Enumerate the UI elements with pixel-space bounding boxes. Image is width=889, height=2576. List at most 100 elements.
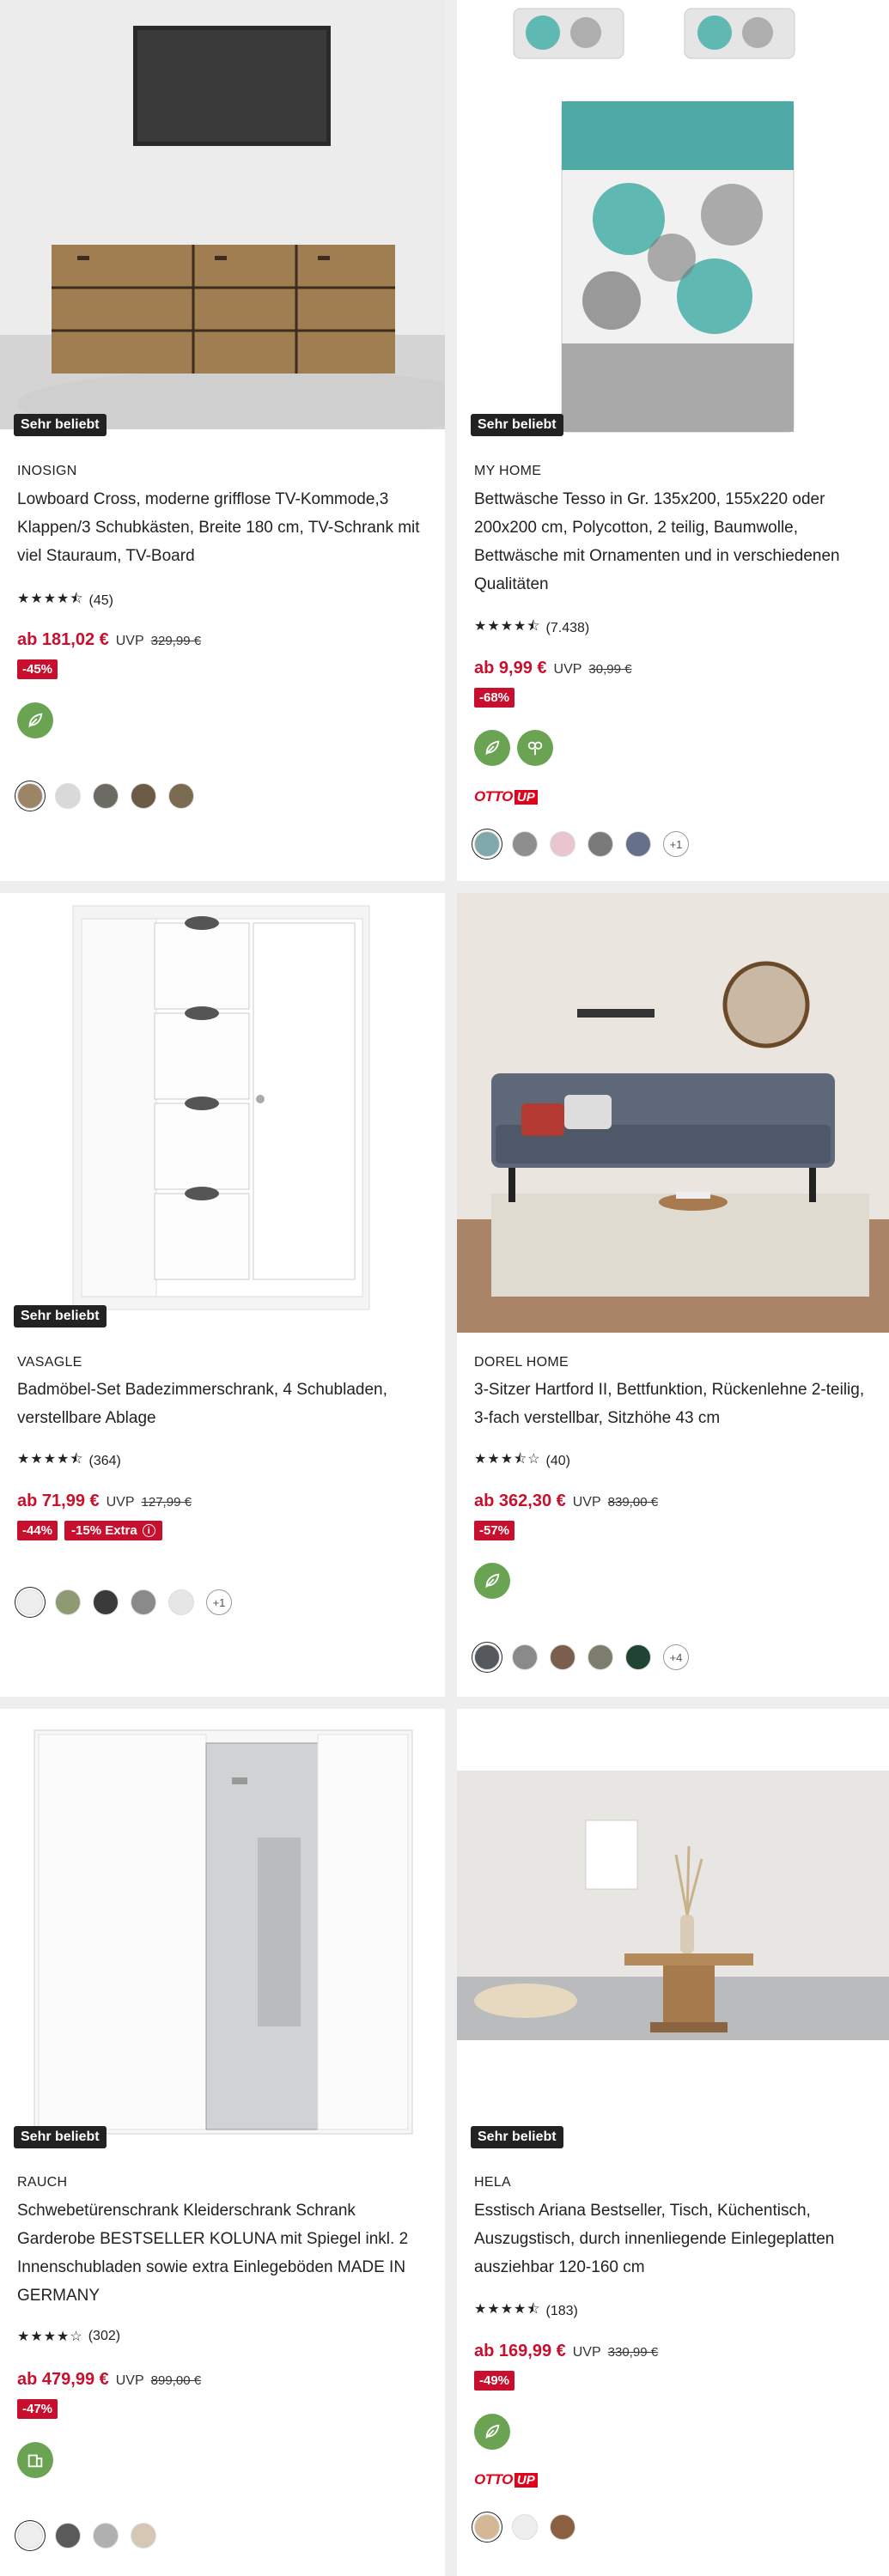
color-swatch[interactable] <box>474 2514 500 2540</box>
discount-row: -68% <box>474 688 515 708</box>
color-swatch[interactable] <box>131 2523 156 2549</box>
info-icon[interactable]: i <box>142 1524 155 1537</box>
brand-name: MY HOME <box>474 464 542 478</box>
color-swatch[interactable] <box>474 1644 500 1670</box>
brand-name: DOREL HOME <box>474 1355 569 1370</box>
product-card-hela[interactable]: Sehr beliebt HELA Esstisch Ariana Bestse… <box>457 1709 889 2576</box>
price-row: ab 169,99 € UVP 330,99 € <box>474 2342 658 2361</box>
color-swatches <box>474 2514 575 2540</box>
color-swatch[interactable] <box>17 1589 43 1615</box>
brand-name: INOSIGN <box>17 464 77 478</box>
color-swatch[interactable] <box>55 1589 81 1615</box>
product-title[interactable]: Bettwäsche Tesso in Gr. 135x200, 155x220… <box>474 485 869 598</box>
price-row: ab 181,02 € UVP 329,99 € <box>17 630 201 650</box>
product-card-dorel-home[interactable]: DOREL HOME 3-Sitzer Hartford II, Bettfun… <box>457 893 889 1697</box>
more-colors-button[interactable]: +1 <box>206 1589 232 1615</box>
brand-name: RAUCH <box>17 2175 68 2190</box>
color-swatch[interactable] <box>512 1644 538 1670</box>
product-image[interactable] <box>0 0 445 429</box>
color-swatch[interactable] <box>131 1589 156 1615</box>
color-swatch[interactable] <box>93 1589 119 1615</box>
more-colors-button[interactable]: +1 <box>663 831 689 857</box>
wood-icon[interactable] <box>17 2442 53 2478</box>
leaf-recycle-icon[interactable] <box>474 730 510 766</box>
sustainability-icons <box>474 1563 510 1599</box>
rating-stars: ★★★★☆ <box>17 2330 83 2344</box>
product-image[interactable] <box>457 0 889 438</box>
color-swatch[interactable] <box>93 783 119 809</box>
color-swatch[interactable] <box>168 1589 194 1615</box>
color-swatch[interactable] <box>17 2523 43 2549</box>
product-image[interactable] <box>457 1709 889 2147</box>
extra-discount-label: -15% Extra <box>71 1523 137 1538</box>
color-swatch[interactable] <box>17 783 43 809</box>
product-image[interactable] <box>457 893 889 1333</box>
color-swatch[interactable] <box>550 2514 575 2540</box>
product-title[interactable]: 3-Sitzer Hartford II, Bettfunktion, Rück… <box>474 1376 869 1432</box>
discount-row: -47% <box>17 2399 58 2419</box>
sustainability-icons <box>17 2442 53 2478</box>
color-swatch[interactable] <box>512 2514 538 2540</box>
discount-row: -44% -15% Extra i <box>17 1521 162 1540</box>
color-swatch[interactable] <box>93 2523 119 2549</box>
uvp-label: UVP <box>115 2373 144 2388</box>
product-title[interactable]: Badmöbel-Set Badezimmerschrank, 4 Schubl… <box>17 1376 421 1432</box>
old-price: 330,99 € <box>607 2345 659 2360</box>
otto-up-logo: OTTO UP <box>474 2471 538 2488</box>
rating-stars: ★★★⯪☆ <box>474 1452 541 1467</box>
product-image[interactable] <box>0 1709 445 2147</box>
more-colors-button[interactable]: +4 <box>663 1644 689 1670</box>
discount-row: -49% <box>474 2371 515 2391</box>
color-swatch[interactable] <box>625 1644 651 1670</box>
product-title[interactable]: Lowboard Cross, moderne grifflose TV-Kom… <box>17 485 421 570</box>
product-card-my-home[interactable]: Sehr beliebt MY HOME Bettwäsche Tesso in… <box>457 0 889 881</box>
color-swatch[interactable] <box>588 1644 613 1670</box>
discount-badge: -47% <box>17 2399 58 2419</box>
product-card-rauch[interactable]: Sehr beliebt RAUCH Schwebetürenschrank K… <box>0 1709 445 2576</box>
price-row: ab 362,30 € UVP 839,00 € <box>474 1492 658 1511</box>
color-swatch[interactable] <box>168 783 194 809</box>
color-swatch[interactable] <box>474 831 500 857</box>
leaf-recycle-icon[interactable] <box>474 2414 510 2450</box>
product-card-vasagle[interactable]: Sehr beliebt VASAGLE Badmöbel-Set Badezi… <box>0 893 445 1697</box>
color-swatches: +1 <box>474 831 689 857</box>
popular-badge: Sehr beliebt <box>471 2126 563 2148</box>
rating: ★★★★☆ (302) <box>17 2328 120 2345</box>
color-swatch[interactable] <box>550 1644 575 1670</box>
sustainability-icons <box>474 730 553 766</box>
rating-stars: ★★★★⯪ <box>17 592 84 606</box>
cotton-icon[interactable] <box>517 730 553 766</box>
color-swatch[interactable] <box>55 783 81 809</box>
color-swatch[interactable] <box>625 831 651 857</box>
rating: ★★★★⯪ (45) <box>17 589 113 612</box>
leaf-recycle-icon[interactable] <box>474 1563 510 1599</box>
rating: ★★★★⯪ (7.438) <box>474 617 589 640</box>
discount-badge: -57% <box>474 1521 515 1540</box>
uvp-label: UVP <box>553 662 582 677</box>
product-title[interactable]: Schwebetürenschrank Kleiderschrank Schra… <box>17 2196 421 2310</box>
popular-badge: Sehr beliebt <box>14 414 107 436</box>
discount-row: -57% <box>474 1521 515 1540</box>
color-swatches: +1 <box>17 1589 232 1615</box>
color-swatches <box>17 783 194 809</box>
old-price: 30,99 € <box>588 662 632 677</box>
current-price: ab 479,99 € <box>17 2370 109 2389</box>
leaf-recycle-icon[interactable] <box>17 702 53 738</box>
current-price: ab 169,99 € <box>474 2342 566 2360</box>
product-title[interactable]: Esstisch Ariana Bestseller, Tisch, Küche… <box>474 2196 869 2281</box>
sustainability-icons <box>474 2414 510 2450</box>
review-count: (40) <box>545 1453 570 1468</box>
color-swatch[interactable] <box>512 831 538 857</box>
color-swatch[interactable] <box>588 831 613 857</box>
color-swatch[interactable] <box>55 2523 81 2549</box>
old-price: 839,00 € <box>607 1495 659 1510</box>
product-card-inosign[interactable]: Sehr beliebt INOSIGN Lowboard Cross, mod… <box>0 0 445 881</box>
product-image[interactable] <box>0 893 445 1331</box>
current-price: ab 71,99 € <box>17 1492 100 1510</box>
extra-discount-badge[interactable]: -15% Extra i <box>64 1521 162 1540</box>
brand-name: HELA <box>474 2175 511 2190</box>
color-swatch[interactable] <box>131 783 156 809</box>
review-count: (7.438) <box>545 620 590 635</box>
color-swatch[interactable] <box>550 831 575 857</box>
uvp-label: UVP <box>106 1495 135 1510</box>
